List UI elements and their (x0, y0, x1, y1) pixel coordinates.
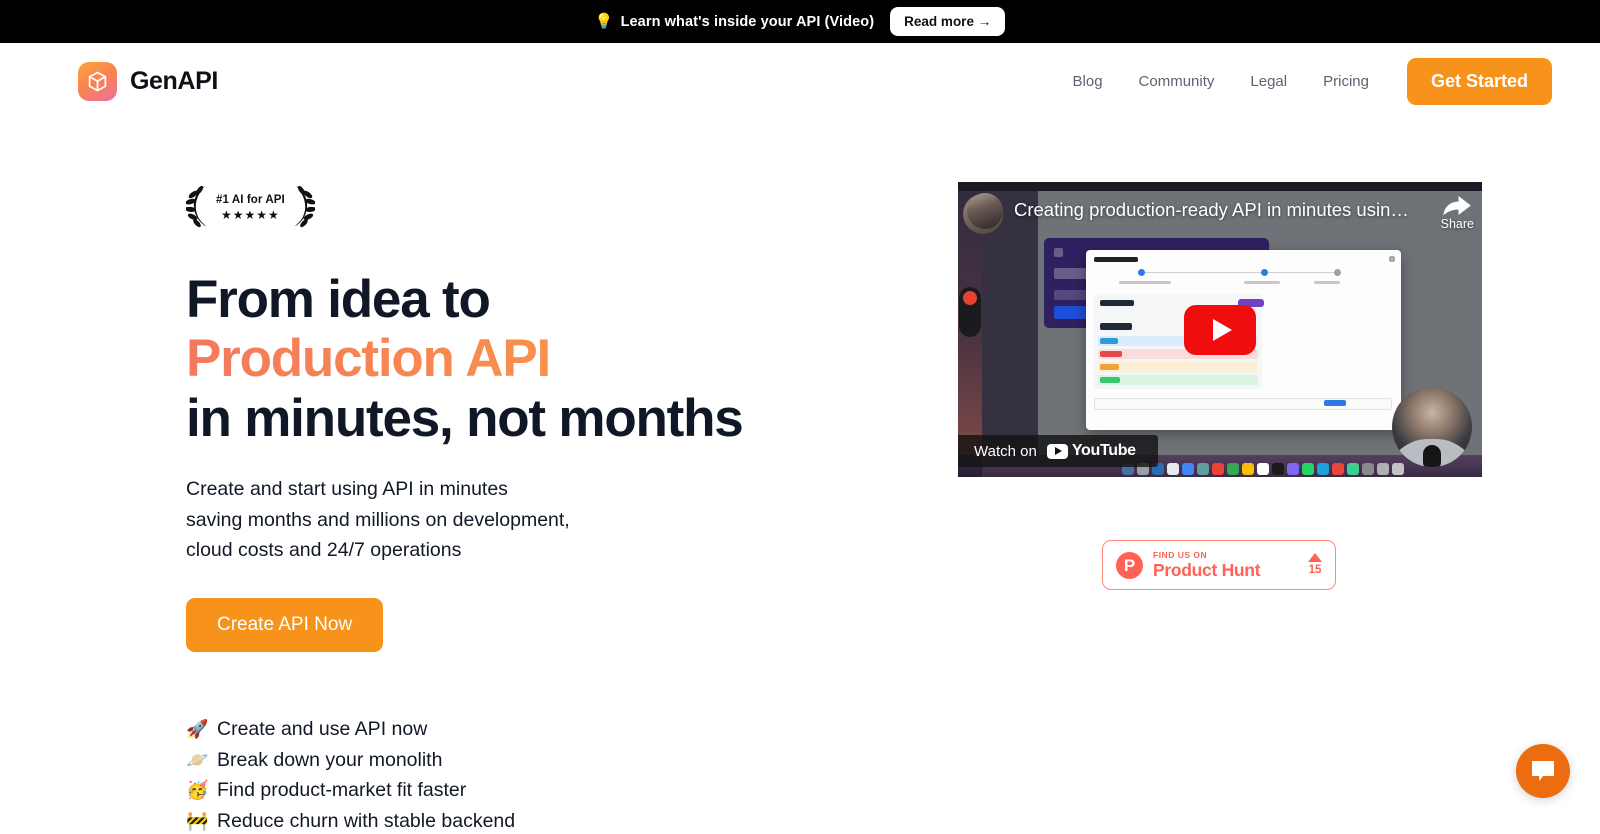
chat-widget-button[interactable] (1516, 744, 1570, 798)
laurel-right-icon (294, 185, 315, 228)
nav-link-legal[interactable]: Legal (1232, 65, 1305, 98)
share-icon (1443, 195, 1472, 216)
upvote-arrow-icon (1308, 553, 1322, 563)
list-item: 🚧 Reduce churn with stable backend (186, 806, 760, 834)
cube-icon (78, 62, 117, 101)
nav-link-blog[interactable]: Blog (1055, 65, 1121, 98)
product-hunt-upvote[interactable]: 15 (1308, 553, 1322, 577)
benefit-label: Reduce churn with stable backend (217, 809, 516, 832)
brand-name: GenAPI (130, 67, 218, 95)
hero-subtitle: Create and start using API in minutes sa… (186, 474, 760, 566)
product-hunt-eyebrow: FIND US ON (1153, 549, 1208, 560)
nav-link-community[interactable]: Community (1121, 65, 1233, 98)
video-title[interactable]: Creating production-ready API in minutes… (1014, 199, 1414, 221)
benefit-label: Create and use API now (217, 717, 428, 740)
product-hunt-badge[interactable]: P FIND US ON Product Hunt 15 (1102, 540, 1336, 590)
headline-line-1: From idea to (186, 270, 491, 329)
upvote-count: 15 (1308, 564, 1322, 577)
headline-accent: Production API (186, 329, 551, 389)
site-header: GenAPI Blog Community Legal Pricing Get … (0, 43, 1600, 120)
video-container: Creating production-ready API in minutes… (958, 182, 1482, 477)
youtube-wordmark: YouTube (1071, 442, 1136, 459)
list-item: 🪐 Break down your monolith (186, 745, 760, 776)
laurel-left-icon (186, 185, 206, 228)
list-item: 🚀 Create and use API now (186, 714, 760, 745)
announcement-label: Learn what's inside your API (Video) (620, 13, 875, 30)
announcement-text: 💡 Learn what's inside your API (Video) (595, 14, 874, 30)
share-label: Share (1440, 217, 1474, 231)
get-started-button[interactable]: Get Started (1406, 58, 1552, 105)
webcam-overlay (1392, 387, 1472, 467)
subtitle-line-2: saving months and millions on developmen… (186, 508, 570, 531)
youtube-logo: YouTube (1046, 442, 1136, 460)
product-hunt-texts: FIND US ON Product Hunt (1153, 549, 1261, 581)
nav-link-pricing[interactable]: Pricing (1305, 65, 1387, 98)
product-hunt-logo-icon: P (1116, 551, 1143, 579)
watch-on-label: Watch on (974, 442, 1037, 460)
party-face-icon: 🥳 (186, 780, 209, 801)
lightbulb-icon: 💡 (594, 13, 614, 30)
channel-avatar[interactable] (967, 193, 1003, 229)
headline-line-3: in minutes, not months (186, 388, 744, 448)
subtitle-line-3: cloud costs and 24/7 operations (186, 539, 462, 562)
read-more-button[interactable]: Read more → (890, 7, 1006, 36)
product-hunt-name: Product Hunt (1153, 560, 1261, 581)
award-title: #1 AI for API (216, 193, 285, 206)
subtitle-line-1: Create and start using API in minutes (186, 478, 508, 501)
product-hunt-wrapper: P FIND US ON Product Hunt 15 (1102, 540, 1600, 590)
page-title: From idea to Production API in minutes, … (186, 270, 760, 448)
award-stars: ★★★★★ (221, 207, 280, 222)
youtube-video-player[interactable]: Creating production-ready API in minutes… (958, 182, 1482, 477)
benefit-label: Break down your monolith (217, 748, 443, 771)
share-button[interactable]: Share (1441, 194, 1474, 231)
announcement-banner: 💡 Learn what's inside your API (Video) R… (0, 0, 1600, 43)
award-badge: #1 AI for API ★★★★★ (186, 182, 760, 232)
chat-bubble-icon (1532, 761, 1554, 781)
rocket-icon: 🚀 (186, 719, 209, 740)
play-icon (1213, 318, 1232, 341)
list-item: 🥳 Find product-market fit faster (186, 775, 760, 806)
hero-left-column: #1 AI for API ★★★★★ From idea to Product… (0, 182, 760, 834)
youtube-play-icon (1046, 443, 1068, 459)
planet-icon: 🪐 (186, 749, 209, 770)
create-api-now-button[interactable]: Create API Now (186, 597, 384, 652)
main-navigation: Blog Community Legal Pricing Get Started (1055, 58, 1552, 105)
benefit-label: Find product-market fit faster (217, 779, 467, 802)
award-center-text: #1 AI for API ★★★★★ (216, 194, 285, 221)
hero-right-column: Creating production-ready API in minutes… (760, 182, 1600, 834)
benefits-list: 🚀 Create and use API now 🪐 Break down yo… (186, 714, 760, 834)
construction-icon: 🚧 (186, 810, 209, 831)
hero-section: #1 AI for API ★★★★★ From idea to Product… (0, 120, 1600, 834)
watch-on-youtube-button[interactable]: Watch on YouTube (958, 435, 1158, 467)
play-button[interactable] (1184, 304, 1256, 355)
brand-logo[interactable]: GenAPI (78, 62, 218, 101)
